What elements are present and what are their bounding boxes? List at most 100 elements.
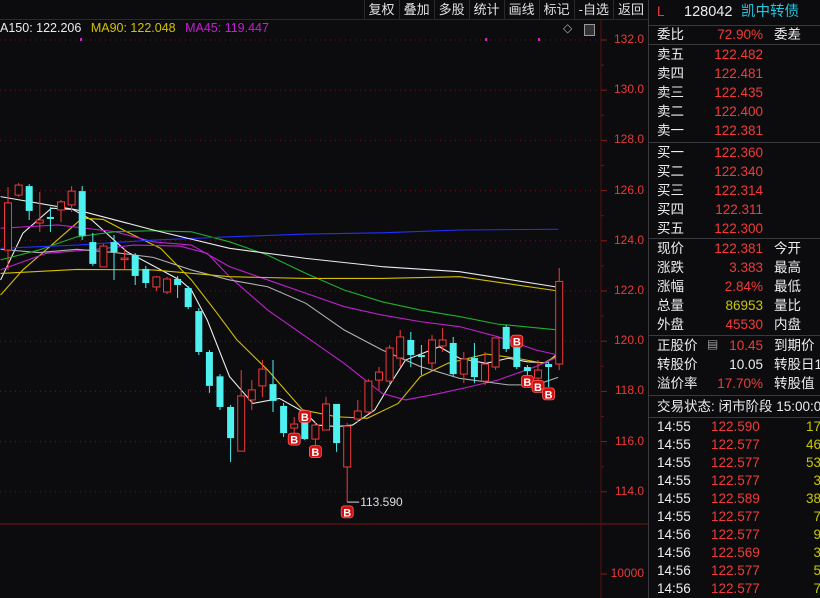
row-value: 122.340: [714, 164, 763, 179]
trade-time: 14:55: [657, 509, 691, 524]
candle-down: [417, 355, 425, 358]
trade-volume: 7: [813, 509, 820, 524]
toolbar-button-1[interactable]: 叠加: [398, 0, 434, 20]
trade-time: 14:56: [657, 527, 691, 542]
row-right-label: 转股值: [774, 376, 815, 391]
ma-legend: A150: 122.206 MA90: 122.048 MA45: 119.44…: [0, 21, 275, 35]
row-value: 10.05: [729, 357, 763, 372]
toolbar-button-2[interactable]: 多股: [433, 0, 469, 20]
security-code: 128042: [684, 4, 733, 20]
toolbar-button-7[interactable]: 返回: [612, 0, 648, 20]
candle-down: [110, 242, 118, 253]
candle-down: [184, 287, 192, 308]
price-axis-label: 132.0: [613, 32, 644, 46]
signal-dot: [80, 38, 82, 41]
row-right-label: 转股日1: [774, 357, 820, 372]
toolbar-button-5[interactable]: 标记: [538, 0, 574, 20]
trade-row: 14:56 122.577 5: [649, 562, 820, 580]
trade-volume: 9: [813, 527, 820, 542]
candle-down: [470, 358, 478, 378]
row-right-label: 量比: [774, 298, 801, 313]
calculator-icon[interactable]: ▤: [707, 337, 718, 351]
toolbar-button-0[interactable]: 复权: [363, 0, 399, 20]
volume-axis-label: 10000: [610, 566, 644, 580]
row-value: 122.481: [714, 66, 763, 81]
candle-up: [353, 410, 362, 420]
candle-down: [280, 405, 288, 434]
trade-volume: 53: [805, 455, 820, 470]
bond-row: 转股价 10.05 转股日1: [649, 356, 820, 374]
trade-price: 122.577: [711, 473, 760, 488]
row-value: 72.90%: [717, 27, 763, 42]
trade-volume: 38: [805, 491, 820, 506]
candle-up: [35, 219, 44, 224]
row-label: 总量: [657, 298, 684, 313]
candle-up: [258, 368, 267, 387]
candle-down: [333, 403, 341, 444]
candle-down: [513, 346, 521, 368]
ma45-value: MA45: 119.447: [185, 21, 269, 35]
row-label: 卖三: [657, 85, 684, 100]
buy-marker-label: B: [301, 412, 309, 424]
candle-up: [247, 389, 256, 401]
price-axis-label: 126.0: [613, 182, 644, 197]
security-name: 凯中转债: [741, 4, 799, 20]
row-label: 买二: [657, 164, 684, 179]
trade-price: 122.577: [711, 581, 760, 596]
trade-volume: 7: [813, 581, 820, 596]
row-value: 122.482: [714, 47, 763, 62]
trade-time: 14:55: [657, 473, 691, 488]
ma90-value: MA90: 122.048: [90, 21, 176, 35]
quote-row: 现价 122.381 今开: [649, 240, 820, 258]
buy-marker-label: B: [534, 382, 542, 394]
row-label: 买一: [657, 145, 684, 160]
divider: [649, 44, 820, 45]
price-axis-label: 116.0: [614, 433, 644, 448]
row-label: 转股价: [657, 357, 698, 372]
toolbar-button-4[interactable]: 画线: [503, 0, 539, 20]
toolbar-button-6[interactable]: -自选: [573, 0, 613, 20]
row-label: 外盘: [657, 317, 684, 332]
buy-marker-label: B: [290, 435, 298, 447]
price-axis-label: 114.0: [614, 483, 644, 498]
candlestick-chart[interactable]: 113.590BBBBBB BB: [0, 0, 648, 598]
candle-down: [449, 342, 457, 375]
chart-toolbar: 复权 叠加 多股 统计 画线 标记 -自选 返回: [0, 0, 648, 20]
panel-toggle-icon[interactable]: [584, 24, 595, 36]
trade-time: 14:55: [657, 419, 691, 434]
price-axis-label: 124.0: [613, 232, 644, 247]
candle-down: [46, 216, 54, 219]
ma150-value: A150: 122.206: [0, 21, 82, 35]
trade-status: 交易状态: 闭市阶段 15:00:0: [649, 398, 820, 416]
row-value: 10.45: [729, 338, 763, 353]
candle-down: [407, 339, 415, 356]
toolbar-button-3[interactable]: 统计: [468, 0, 504, 20]
bid-row: 买五 122.300: [649, 220, 820, 238]
candle-up: [290, 423, 299, 429]
candle-down: [205, 351, 213, 386]
candle-down: [78, 191, 86, 236]
buy-marker-label: B: [513, 337, 521, 349]
low-annotation-label: 113.590: [360, 495, 403, 509]
quote-row: 涨跌 3.383 最高: [649, 259, 820, 277]
ask-row: 卖三 122.435: [649, 84, 820, 102]
trade-volume: 5: [813, 563, 820, 578]
trade-row: 14:55 122.589 38: [649, 490, 820, 508]
row-right-label: 最低: [774, 279, 801, 294]
trade-volume: 3: [813, 545, 820, 560]
divider: [649, 142, 820, 143]
candle-up: [343, 425, 352, 468]
row-label: 现价: [657, 241, 684, 256]
signal-dot: [538, 38, 540, 41]
row-value: 122.381: [714, 123, 763, 138]
candle-down: [269, 384, 277, 401]
trade-row: 14:56 122.577 7: [649, 580, 820, 598]
bond-row: 溢价率 17.70% 转股值: [649, 375, 820, 393]
candle-up: [375, 371, 383, 381]
diamond-icon[interactable]: ◇: [563, 21, 572, 35]
trade-time: 14:55: [657, 455, 691, 470]
candle-down: [89, 242, 97, 264]
quote-panel: L 128042 凯中转债 委比 72.90% 委差 卖五 122.482 卖四 122.481 卖…: [648, 0, 820, 598]
trade-time: 14:55: [657, 437, 691, 452]
trade-price: 122.577: [711, 527, 760, 542]
